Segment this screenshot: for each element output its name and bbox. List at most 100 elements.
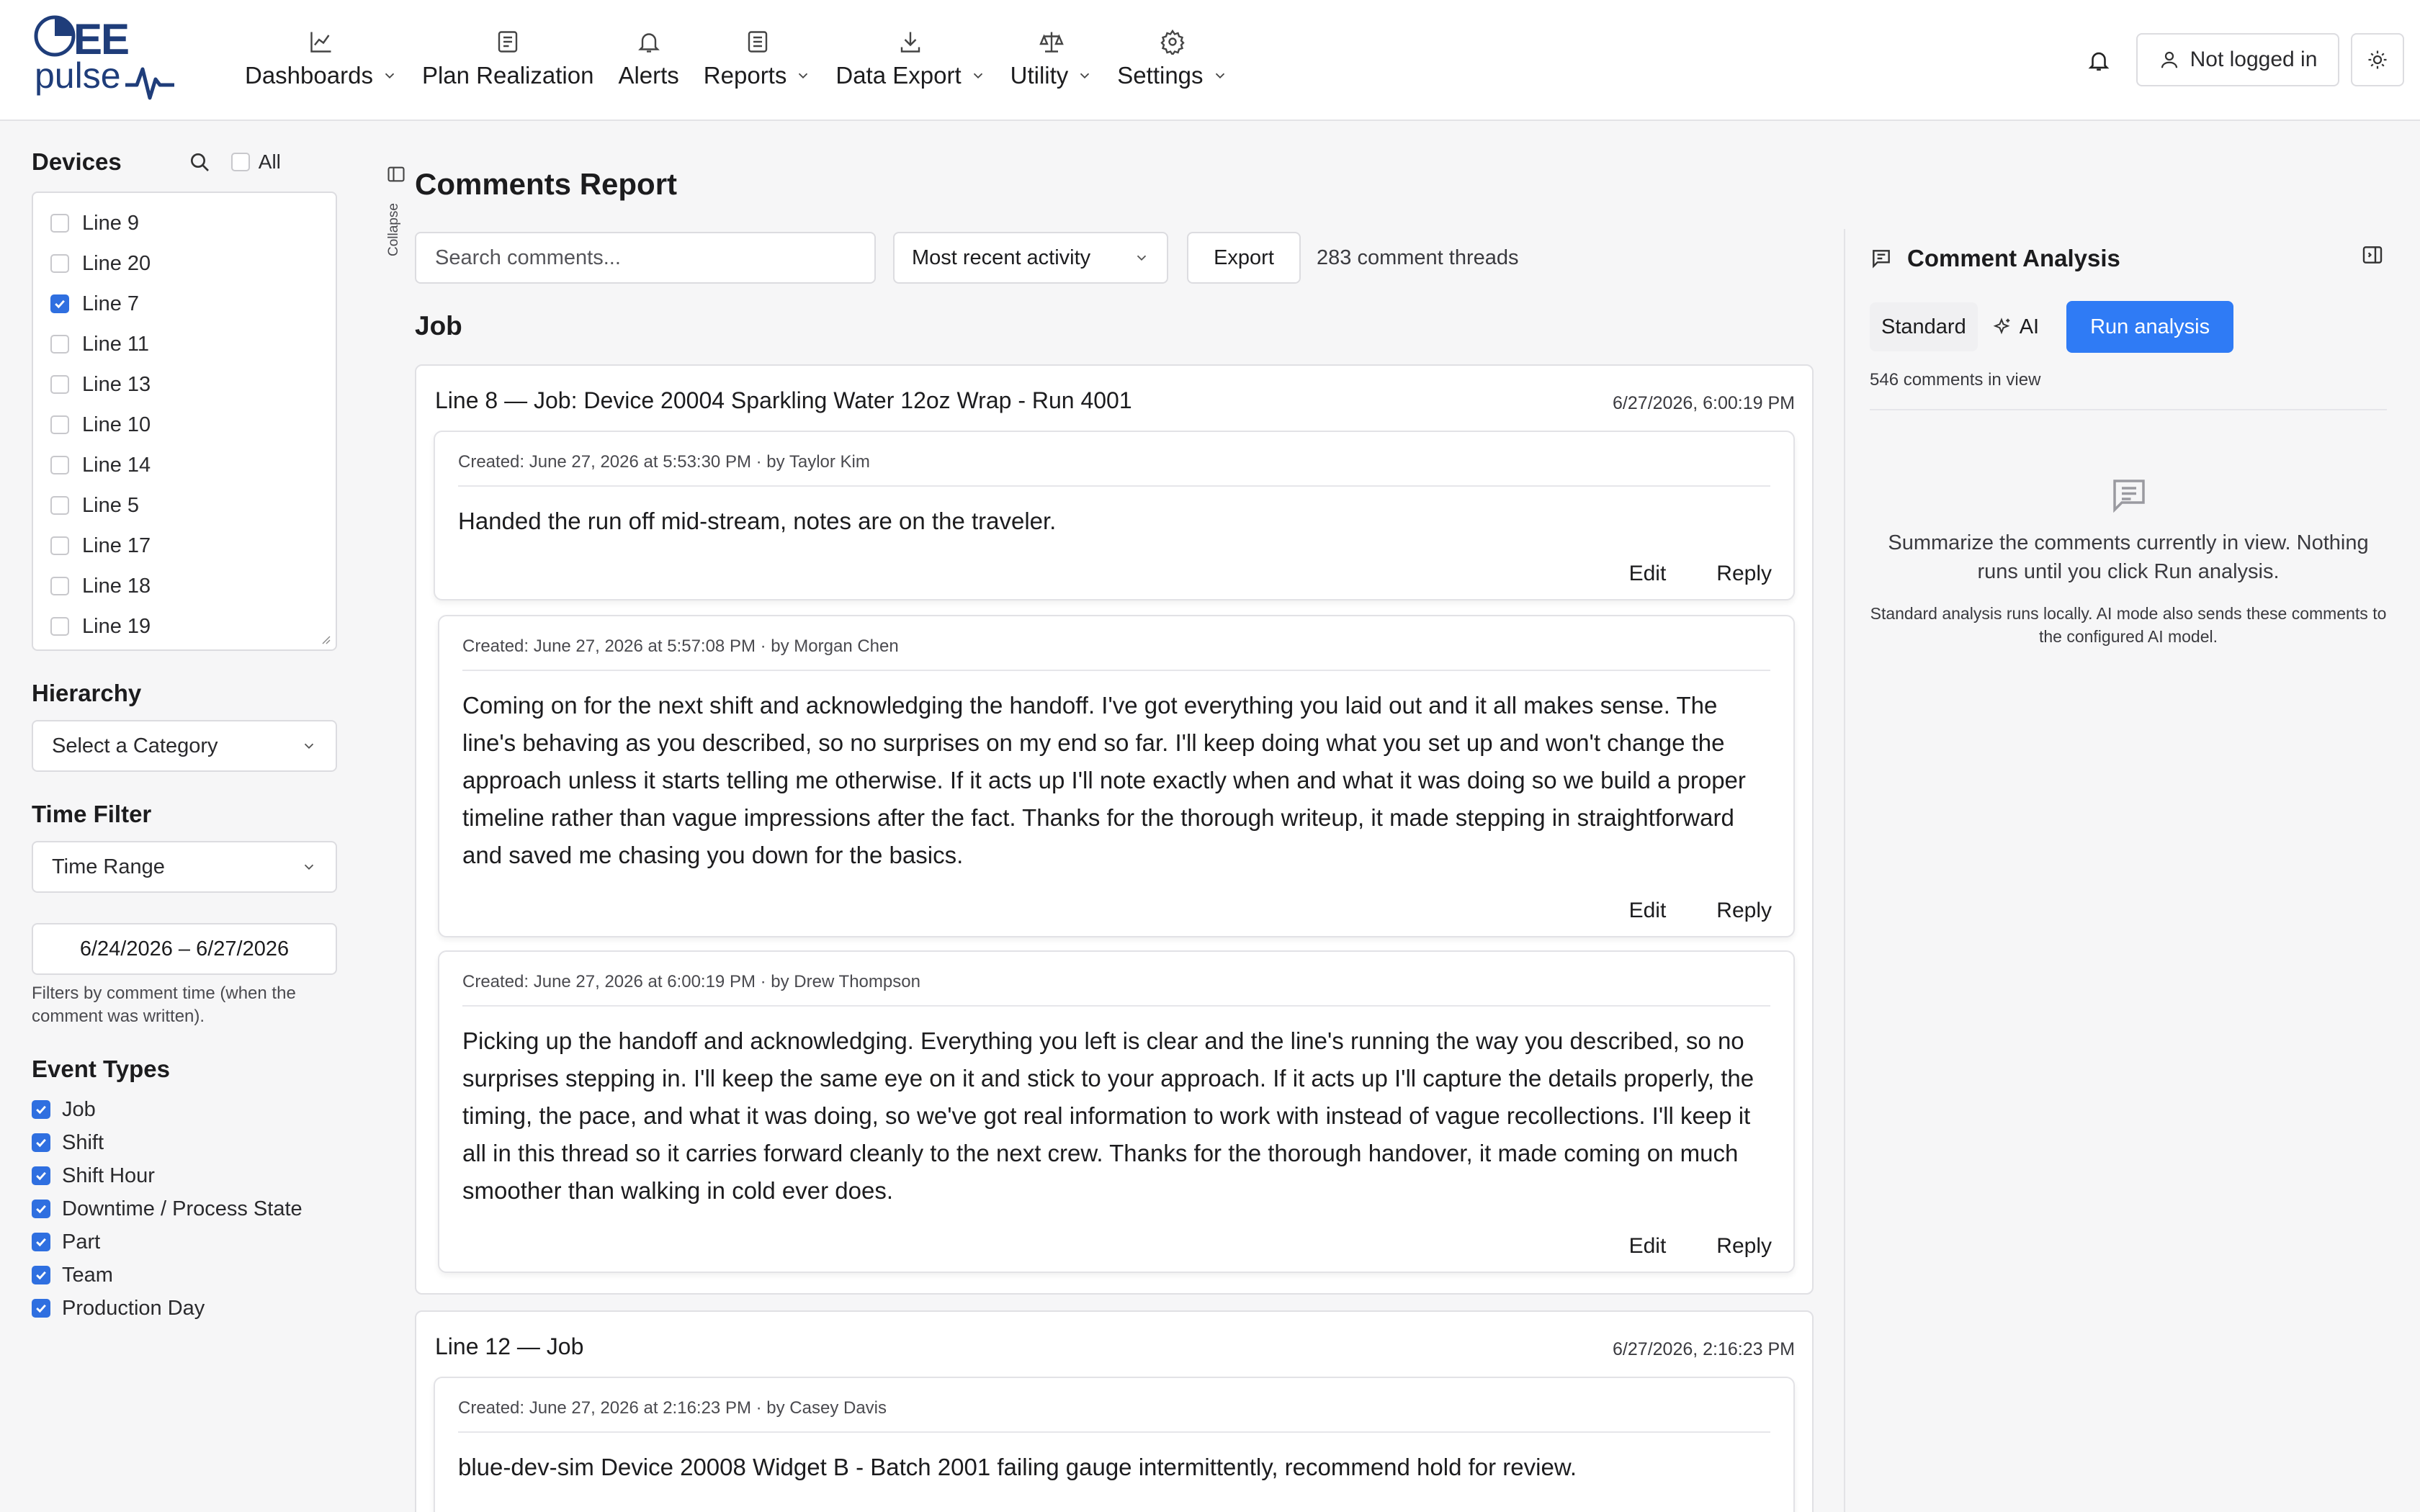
event-type-checkbox[interactable]: [32, 1299, 50, 1318]
comment-body: Handed the run off mid-stream, notes are…: [458, 508, 1057, 534]
collapse-panel-button[interactable]: [2361, 243, 2384, 266]
device-item[interactable]: Line 13: [50, 364, 336, 405]
nav-data-export-label: Data Export: [835, 62, 962, 89]
event-type-item[interactable]: Downtime / Process State: [32, 1192, 337, 1225]
nav-reports[interactable]: Reports: [704, 26, 812, 98]
time-filter-title: Time Filter: [32, 801, 152, 827]
ai-mode-tab[interactable]: AI: [1991, 315, 2039, 339]
bell-icon: [2088, 52, 2110, 71]
analysis-mode-row: Standard AI Run analysis: [1870, 301, 2234, 353]
resize-handle-icon[interactable]: [320, 634, 331, 645]
comment-icon: [1873, 250, 1890, 269]
device-item[interactable]: Line 9: [50, 203, 336, 243]
eepulse-logo[interactable]: EE pulse: [29, 13, 187, 100]
event-type-item[interactable]: Shift Hour: [32, 1159, 337, 1192]
device-list[interactable]: Line 9 Line 20 Line 7 Line 11 Line 13 Li…: [32, 192, 337, 651]
event-type-checkbox[interactable]: [32, 1166, 50, 1185]
sidebar-collapse-toggle[interactable]: Collapse: [386, 164, 408, 256]
nav-dashboards[interactable]: Dashboards: [245, 26, 398, 98]
check-icon: [36, 1171, 46, 1181]
main-nav: Dashboards Plan Realization Alerts Repor…: [245, 26, 1252, 98]
reply-button[interactable]: Reply: [1716, 899, 1772, 923]
comment-meta: Created: June 27, 2026 at 6:00:19 PM · b…: [462, 972, 920, 991]
device-item[interactable]: Line 10: [50, 405, 336, 445]
empty-comment-icon: [2113, 480, 2145, 513]
comment-divider: [458, 1431, 1770, 1433]
event-type-checkbox[interactable]: [32, 1100, 50, 1119]
group-title: Job: [415, 311, 462, 341]
device-item[interactable]: Line 11: [50, 324, 336, 364]
device-search-button[interactable]: [188, 150, 211, 174]
device-item[interactable]: Line 7: [50, 284, 336, 324]
notifications-button[interactable]: [2080, 42, 2118, 79]
event-type-item[interactable]: Production Day: [32, 1292, 337, 1325]
comments-in-view-count: 546 comments in view: [1870, 370, 2041, 390]
hierarchy-select[interactable]: Select a Category: [32, 720, 337, 772]
date-range-picker[interactable]: 6/24/2026 – 6/27/2026: [32, 923, 337, 975]
sort-select[interactable]: Most recent activity: [893, 232, 1168, 284]
device-checkbox[interactable]: [50, 335, 69, 354]
device-checkbox[interactable]: [50, 577, 69, 595]
device-label: Line 5: [82, 493, 140, 517]
standard-mode-tab[interactable]: Standard: [1870, 302, 1978, 351]
device-item[interactable]: Line 5: [50, 485, 336, 526]
edit-button[interactable]: Edit: [1629, 562, 1667, 586]
nav-plan-realization[interactable]: Plan Realization: [422, 26, 593, 98]
date-range-value: 6/24/2026 – 6/27/2026: [79, 937, 290, 960]
scale-icon: [1039, 32, 1064, 53]
edit-button[interactable]: Edit: [1629, 899, 1667, 923]
nav-data-export[interactable]: Data Export: [835, 26, 985, 98]
event-type-item[interactable]: Shift: [32, 1126, 337, 1159]
event-type-checkbox[interactable]: [32, 1266, 50, 1284]
nav-alerts[interactable]: Alerts: [618, 26, 679, 98]
nav-utility[interactable]: Utility: [1010, 26, 1093, 98]
device-item[interactable]: Line 18: [50, 566, 336, 606]
device-checkbox[interactable]: [50, 496, 69, 515]
select-all-checkbox[interactable]: [230, 153, 250, 171]
reply-button[interactable]: Reply: [1716, 562, 1772, 586]
nav-settings[interactable]: Settings: [1117, 26, 1227, 98]
device-checkbox[interactable]: [50, 375, 69, 394]
device-checkbox[interactable]: [50, 214, 69, 233]
device-checkbox[interactable]: [50, 415, 69, 434]
comment-search-input[interactable]: [415, 232, 876, 284]
check-icon: [36, 1138, 46, 1148]
thread-timestamp: 6/27/2026, 2:16:23 PM: [1613, 1339, 1795, 1359]
device-checkbox[interactable]: [50, 536, 69, 555]
device-item[interactable]: Line 19: [50, 606, 336, 647]
comment-body: blue-dev-sim Device 20008 Widget B - Bat…: [458, 1454, 1577, 1480]
reply-button[interactable]: Reply: [1716, 1234, 1772, 1259]
export-button[interactable]: Export: [1187, 232, 1301, 284]
login-button[interactable]: Not logged in: [2136, 33, 2339, 86]
run-analysis-button[interactable]: Run analysis: [2066, 301, 2234, 353]
device-checkbox[interactable]: [50, 456, 69, 474]
event-type-checkbox[interactable]: [32, 1133, 50, 1152]
comment-card: Created: June 27, 2026 at 5:53:30 PM · b…: [434, 431, 1795, 600]
edit-button[interactable]: Edit: [1629, 1234, 1667, 1259]
thread-count: 283 comment threads: [1317, 246, 1519, 269]
device-item[interactable]: Line 17: [50, 526, 336, 566]
comment-actions: Edit Reply: [1579, 1234, 1772, 1259]
check-icon: [36, 1304, 46, 1313]
chevron-down-icon: [973, 73, 982, 79]
device-item[interactable]: Line 20: [50, 243, 336, 284]
event-type-item[interactable]: Team: [32, 1259, 337, 1292]
select-all-devices[interactable]: All: [230, 150, 281, 174]
sidebar-panel-icon: [387, 166, 405, 182]
theme-toggle-button[interactable]: [2351, 33, 2404, 86]
device-checkbox[interactable]: [50, 617, 69, 636]
chevron-down-icon: [304, 864, 314, 870]
comment-divider: [462, 670, 1770, 671]
event-type-checkbox[interactable]: [32, 1233, 50, 1251]
device-item[interactable]: Line 14: [50, 445, 336, 485]
event-type-label: Downtime / Process State: [62, 1197, 302, 1220]
analysis-divider: [1870, 409, 2387, 410]
event-type-item[interactable]: Part: [32, 1225, 337, 1259]
analysis-empty-subtext: Standard analysis runs locally. AI mode …: [1870, 604, 2387, 646]
device-checkbox[interactable]: [50, 294, 69, 313]
device-checkbox[interactable]: [50, 254, 69, 273]
time-range-select[interactable]: Time Range: [32, 841, 337, 893]
event-type-checkbox[interactable]: [32, 1200, 50, 1218]
event-type-item[interactable]: Job: [32, 1093, 337, 1126]
devices-title: Devices: [32, 148, 122, 175]
